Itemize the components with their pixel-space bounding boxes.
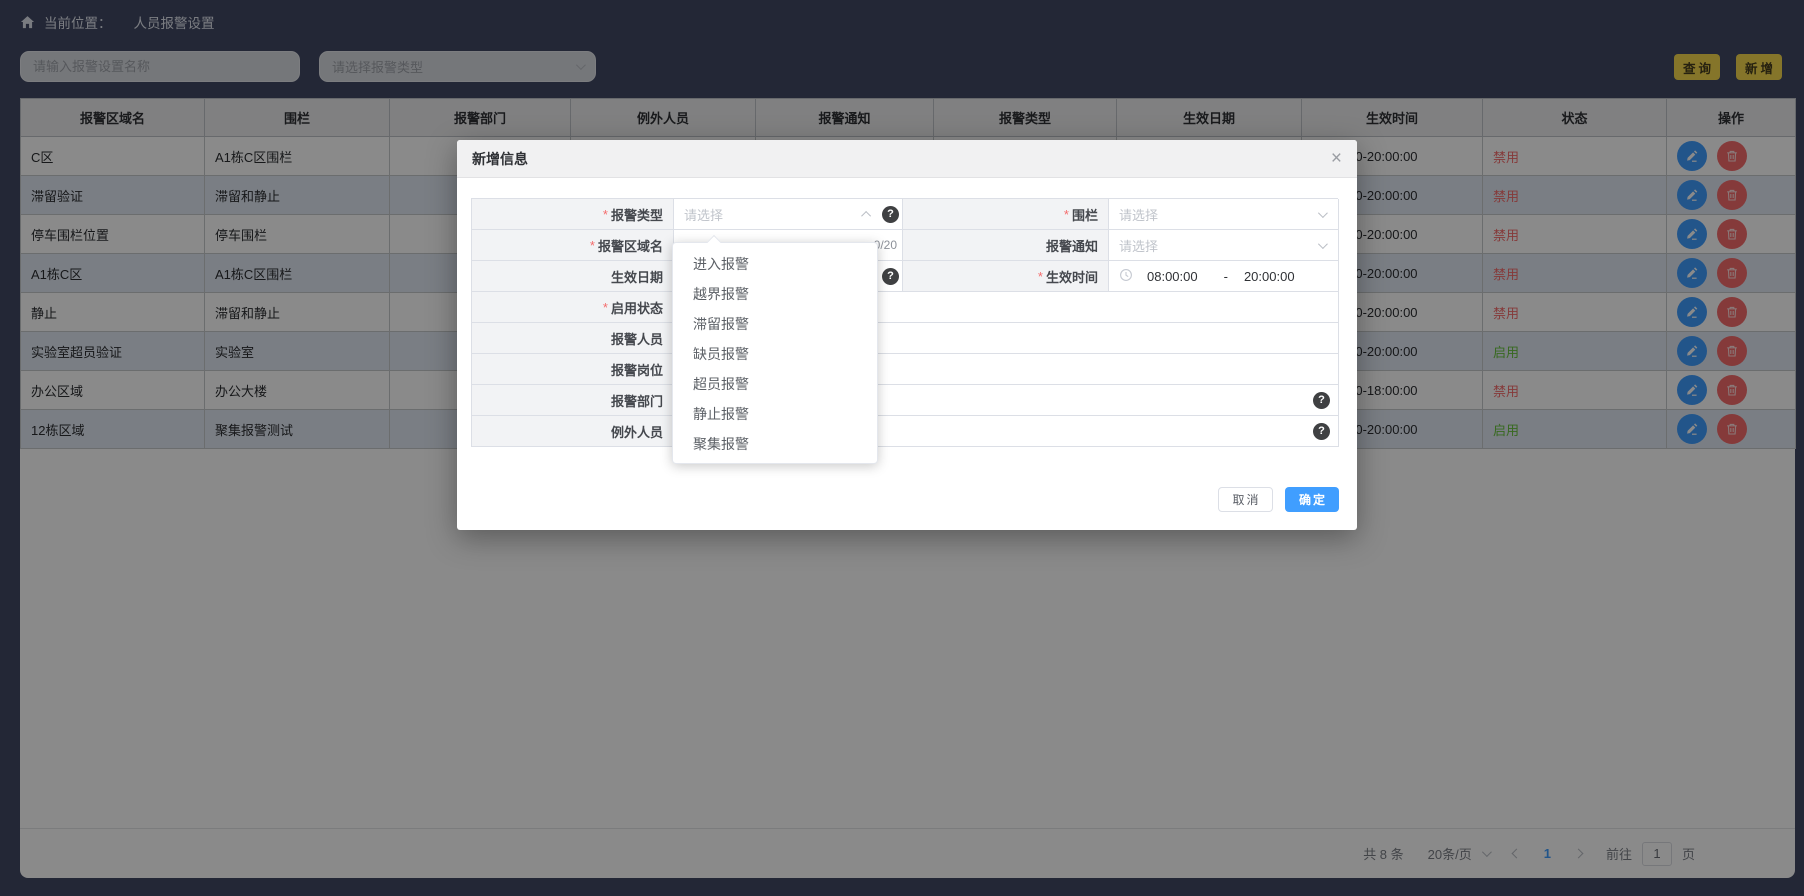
label-fence: *围栏 — [903, 199, 1109, 230]
alarm-type-select[interactable]: 请选择 ? — [674, 199, 903, 230]
dropdown-option[interactable]: 越界报警 — [673, 279, 877, 309]
effective-time-range[interactable]: 08:00:00 - 20:00:00 — [1109, 261, 1339, 292]
alarm-type-dropdown: 进入报警 越界报警 滞留报警 缺员报警 超员报警 静止报警 聚集报警 — [672, 242, 878, 464]
dropdown-option[interactable]: 聚集报警 — [673, 429, 877, 459]
label-enable-status: *启用状态 — [472, 292, 674, 323]
dropdown-option[interactable]: 缺员报警 — [673, 339, 877, 369]
chevron-down-icon — [1318, 208, 1328, 218]
label-alarm-type: *报警类型 — [472, 199, 674, 230]
help-icon[interactable]: ? — [882, 268, 899, 285]
fence-select[interactable]: 请选择 — [1109, 199, 1339, 230]
dropdown-option[interactable]: 静止报警 — [673, 399, 877, 429]
close-icon[interactable]: × — [1331, 149, 1342, 168]
dialog-title: 新增信息 — [472, 149, 528, 169]
label-alarm-post: 报警岗位 — [472, 354, 674, 385]
add-info-dialog: 新增信息 × *报警类型 请选择 ? *围栏 请选择 *报警区域名 0/20 报… — [457, 140, 1357, 530]
confirm-button[interactable]: 确定 — [1285, 487, 1339, 512]
dialog-header: 新增信息 × — [457, 140, 1357, 178]
dropdown-option[interactable]: 滞留报警 — [673, 309, 877, 339]
dropdown-option[interactable]: 进入报警 — [673, 249, 877, 279]
label-effective-time: *生效时间 — [903, 261, 1109, 292]
help-icon[interactable]: ? — [1313, 392, 1330, 409]
time-start[interactable]: 08:00:00 — [1147, 269, 1198, 284]
time-end[interactable]: 20:00:00 — [1244, 269, 1295, 284]
label-notify: 报警通知 — [903, 230, 1109, 261]
label-region-name: *报警区域名 — [472, 230, 674, 261]
cancel-button[interactable]: 取消 — [1218, 487, 1273, 512]
label-alarm-person: 报警人员 — [472, 323, 674, 354]
chevron-up-icon — [861, 210, 871, 220]
dropdown-option[interactable]: 超员报警 — [673, 369, 877, 399]
chevron-down-icon — [1318, 239, 1328, 249]
label-effective-date: 生效日期 — [472, 261, 674, 292]
label-except-person: 例外人员 — [472, 416, 674, 447]
dialog-form: *报警类型 请选择 ? *围栏 请选择 *报警区域名 0/20 报警通知 请选择 — [471, 198, 1338, 447]
notify-select[interactable]: 请选择 — [1109, 230, 1339, 261]
label-alarm-dept: 报警部门 — [472, 385, 674, 416]
app-screen: 当前位置： 人员报警设置 请选择报警类型 查询 新增 报警区域名 围栏 报警部门… — [0, 0, 1804, 896]
clock-icon — [1119, 268, 1133, 285]
time-separator: - — [1224, 269, 1228, 284]
help-icon[interactable]: ? — [1313, 423, 1330, 440]
help-icon[interactable]: ? — [882, 206, 899, 223]
